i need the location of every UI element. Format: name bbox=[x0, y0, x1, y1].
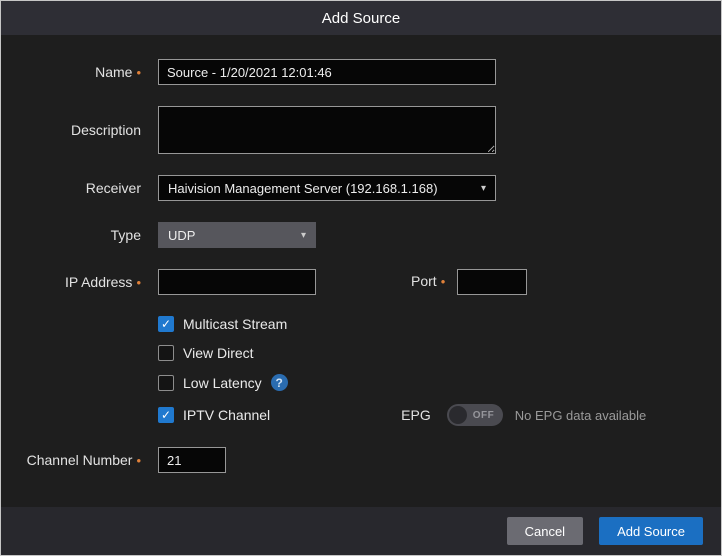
description-row: Description bbox=[1, 106, 721, 154]
ip-port-row: IP Address• Port• bbox=[1, 269, 721, 295]
description-label: Description bbox=[1, 122, 141, 138]
dialog-title: Add Source bbox=[322, 10, 400, 27]
iptv-channel-checkbox[interactable]: ✓ bbox=[158, 407, 174, 423]
required-marker: • bbox=[136, 65, 141, 80]
chevron-down-icon: ▾ bbox=[301, 230, 306, 241]
name-input[interactable] bbox=[158, 59, 496, 85]
dialog-header: Add Source bbox=[1, 1, 721, 35]
multicast-stream-row: ✓ Multicast Stream bbox=[1, 316, 721, 332]
check-icon: ✓ bbox=[161, 346, 171, 360]
chevron-down-icon: ▾ bbox=[481, 183, 486, 194]
required-marker: • bbox=[441, 274, 446, 289]
view-direct-checkbox[interactable]: ✓ bbox=[158, 345, 174, 361]
epg-toggle-state: OFF bbox=[473, 410, 495, 421]
required-marker: • bbox=[136, 453, 141, 468]
name-label: Name• bbox=[1, 64, 141, 80]
multicast-stream-checkbox[interactable]: ✓ bbox=[158, 316, 174, 332]
view-direct-label: View Direct bbox=[183, 345, 254, 361]
type-row: Type UDP ▾ bbox=[1, 222, 721, 248]
type-dropdown[interactable]: UDP ▾ bbox=[158, 222, 316, 248]
dialog-footer: Cancel Add Source bbox=[1, 507, 721, 555]
check-icon: ✓ bbox=[161, 376, 171, 390]
channel-number-row: Channel Number• bbox=[1, 447, 721, 473]
low-latency-row: ✓ Low Latency ? bbox=[1, 374, 721, 391]
epg-toggle[interactable]: OFF bbox=[447, 404, 503, 426]
receiver-label: Receiver bbox=[1, 180, 141, 196]
low-latency-checkbox[interactable]: ✓ bbox=[158, 375, 174, 391]
type-selected-value: UDP bbox=[168, 228, 195, 243]
port-input[interactable] bbox=[457, 269, 527, 295]
multicast-stream-label: Multicast Stream bbox=[183, 316, 287, 332]
ip-address-input[interactable] bbox=[158, 269, 316, 295]
low-latency-label: Low Latency bbox=[183, 375, 262, 391]
iptv-channel-row: ✓ IPTV Channel EPG OFF No EPG data avail… bbox=[1, 404, 721, 426]
receiver-selected-value: Haivision Management Server (192.168.1.1… bbox=[168, 181, 438, 196]
name-row: Name• bbox=[1, 59, 721, 85]
epg-label: EPG bbox=[401, 407, 431, 423]
channel-number-input[interactable] bbox=[158, 447, 226, 473]
help-icon[interactable]: ? bbox=[271, 374, 288, 391]
type-label: Type bbox=[1, 227, 141, 243]
cancel-button[interactable]: Cancel bbox=[507, 517, 583, 545]
add-source-button[interactable]: Add Source bbox=[599, 517, 703, 545]
dialog-body: Name• Description Receiver Haivision Man… bbox=[1, 35, 721, 507]
toggle-knob-icon bbox=[449, 406, 467, 424]
check-icon: ✓ bbox=[161, 317, 171, 331]
receiver-row: Receiver Haivision Management Server (19… bbox=[1, 175, 721, 201]
required-marker: • bbox=[136, 275, 141, 290]
view-direct-row: ✓ View Direct bbox=[1, 345, 721, 361]
ip-address-label: IP Address• bbox=[1, 274, 141, 290]
epg-status-text: No EPG data available bbox=[515, 408, 647, 423]
channel-number-label: Channel Number• bbox=[1, 452, 141, 468]
port-label: Port• bbox=[411, 273, 445, 291]
check-icon: ✓ bbox=[161, 408, 171, 422]
description-input[interactable] bbox=[158, 106, 496, 154]
iptv-channel-label: IPTV Channel bbox=[183, 407, 270, 423]
add-source-dialog: Add Source Name• Description Receiver Ha… bbox=[0, 0, 722, 556]
receiver-dropdown[interactable]: Haivision Management Server (192.168.1.1… bbox=[158, 175, 496, 201]
